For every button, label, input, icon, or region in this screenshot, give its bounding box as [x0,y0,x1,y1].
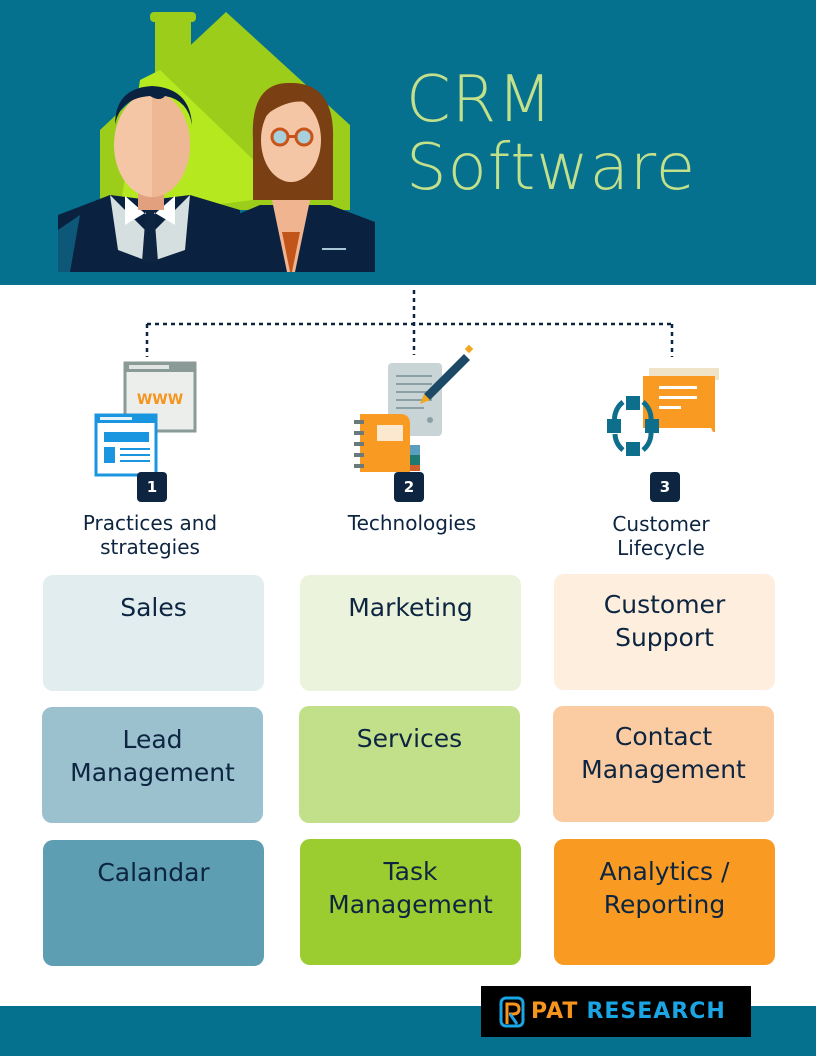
notebook-document-pen-icon [354,344,474,472]
hero-banner: CRM Software [0,0,816,285]
category-label-3-line-2: Lifecycle [617,536,705,560]
card-sales: Sales [43,575,264,691]
category-label-2-line-1: Technologies [347,511,477,535]
card-label-line-2: Support [615,623,714,652]
step-badge-3: 3 [650,472,680,502]
card-label-line-2: Management [70,758,235,787]
category-label-3-line-1: Customer [612,512,710,536]
card-label: Lead [122,725,183,754]
title-line-2: Software [406,131,697,205]
card-analytics-reporting: Analytics / Reporting [554,839,775,965]
cycle-chat-bubble-icon [607,368,719,456]
card-label-line-2: Management [328,890,493,919]
step-badge-1: 1 [137,472,167,502]
category-label-1-line-1: Practices and [82,511,218,535]
card-label-line-2: Reporting [603,890,726,919]
card-label: Marketing [348,593,473,622]
category-label-1-line-2: strategies [100,535,200,559]
notebook-icon [354,414,410,472]
card-customer-support: Customer Support [554,574,775,690]
category-label-3: Customer Lifecycle [561,512,761,560]
category-label-1: Practices and strategies [50,511,250,559]
card-label: Sales [120,593,187,622]
brand-name-part-2: RESEARCH [586,999,726,1024]
card-task-management: Task Management [300,839,521,965]
svg-text:WWW: WWW [137,392,183,408]
card-lead-management: Lead Management [42,707,263,823]
step-badge-2: 2 [394,472,424,502]
page-title: CRM Software [406,66,696,202]
card-label-line-2: Management [581,755,746,784]
card-label: Services [356,724,463,753]
pat-research-logo-icon [499,996,525,1027]
card-label: Task [383,857,438,886]
card-label: Calandar [97,858,210,887]
brand-name-part-1: PAT [531,999,579,1024]
business-people-house-illustration [58,12,375,272]
card-marketing: Marketing [300,575,521,691]
card-contact-management: Contact Management [553,706,774,822]
card-label: Contact [614,722,713,751]
browser-windows-icon: WWW [94,361,197,477]
card-calendar: Calandar [43,840,264,966]
category-label-2: Technologies [312,511,512,535]
card-label: Analytics / [599,857,730,886]
card-services: Services [299,706,520,823]
card-label: Customer [603,590,726,619]
brand-logo[interactable]: PAT RESEARCH [481,986,751,1037]
title-line-1: CRM [406,63,554,137]
